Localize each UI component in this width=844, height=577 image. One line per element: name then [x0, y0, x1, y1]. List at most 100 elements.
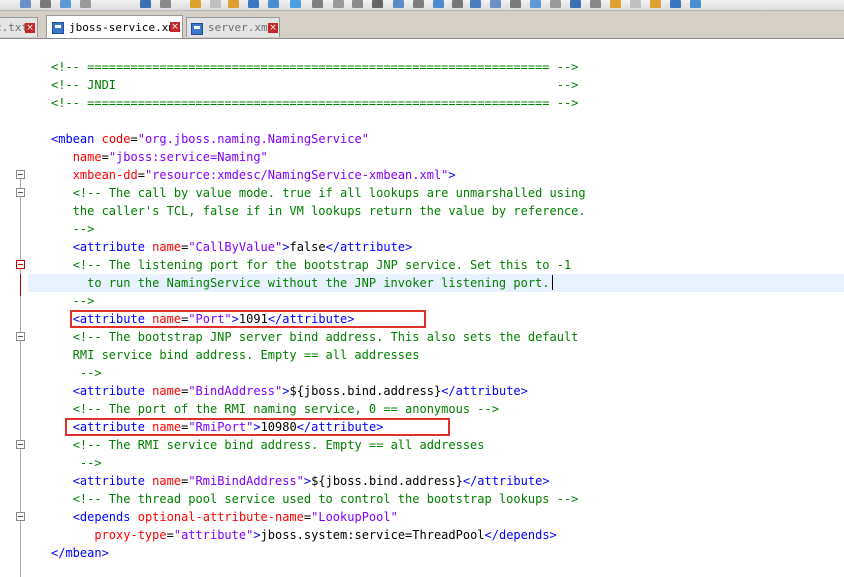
code-token: <!-- The listening port for the bootstra… — [72, 258, 572, 272]
code-token: > — [253, 528, 261, 542]
code-token: "jboss:service=Naming" — [108, 150, 268, 164]
toolbar-button-icon[interactable] — [393, 0, 404, 8]
toolbar-button-icon[interactable] — [590, 0, 601, 8]
toolbar-button-icon[interactable] — [433, 0, 444, 8]
code-line: --> — [51, 220, 95, 238]
toolbar-button-icon[interactable] — [160, 0, 171, 8]
code-token: <attribute — [72, 474, 145, 488]
toolbar-button-icon[interactable] — [610, 0, 621, 8]
toolbar-button-icon[interactable] — [570, 0, 581, 8]
code-line: <mbean code="org.jboss.naming.NamingServ… — [51, 130, 369, 148]
toolbar-button-icon[interactable] — [470, 0, 481, 8]
code-token: = — [166, 528, 174, 542]
fold-collapse-icon[interactable] — [16, 332, 25, 341]
code-line: <attribute name="RmiBindAddress">${jboss… — [51, 472, 550, 490]
code-token: name — [152, 384, 182, 398]
tab-c-txt[interactable]: c.txt × — [0, 17, 38, 37]
fold-collapse-icon[interactable] — [16, 170, 25, 179]
toolbar-button-icon[interactable] — [630, 0, 641, 8]
toolbar-button-icon[interactable] — [352, 0, 363, 8]
close-icon[interactable]: × — [170, 22, 180, 32]
code-line: <!-- ===================================… — [51, 94, 578, 112]
code-token: ${jboss.bind.address} — [311, 474, 463, 488]
code-token: <!-- ===================================… — [51, 60, 579, 74]
code-token: <mbean — [51, 132, 95, 146]
code-token: </attribute> — [441, 384, 528, 398]
code-token: = — [137, 168, 145, 182]
close-icon[interactable]: × — [25, 23, 35, 33]
code-line: to run the NamingService without the JNP… — [51, 274, 549, 292]
toolbar-button-icon[interactable] — [190, 0, 201, 8]
toolbar-button-icon[interactable] — [372, 0, 383, 8]
code-token: <!-- The thread pool service used to con… — [72, 492, 579, 506]
toolbar-button-icon[interactable] — [60, 0, 71, 8]
code-token: </attribute> — [325, 240, 413, 254]
fold-collapse-icon[interactable] — [16, 260, 25, 269]
toolbar-button-icon[interactable] — [228, 0, 239, 8]
code-line: <!-- The call by value mode. true if all… — [51, 184, 586, 202]
highlight-box-port — [70, 310, 426, 328]
code-token: </attribute> — [462, 474, 550, 488]
toolbar-button-icon[interactable] — [248, 0, 259, 8]
fold-collapse-icon[interactable] — [16, 512, 25, 521]
code-token: --> — [51, 294, 95, 308]
toolbar-button-icon[interactable] — [80, 0, 91, 8]
tab-jboss-service-xml[interactable]: jboss-service.xml × — [46, 15, 183, 38]
toolbar-button-icon[interactable] — [413, 0, 424, 8]
toolbar-button-icon[interactable] — [490, 0, 501, 8]
toolbar-button-icon[interactable] — [333, 0, 344, 8]
code-token: <!-- ===================================… — [51, 96, 579, 110]
tab-server-xml[interactable]: server.xml × — [186, 17, 280, 37]
code-token: --> — [51, 456, 102, 470]
toolbar-button-icon[interactable] — [312, 0, 323, 8]
toolbar-button-icon[interactable] — [650, 0, 661, 8]
code-line: RMI service bind address. Empty == all a… — [51, 346, 420, 364]
toolbar-button-icon[interactable] — [140, 0, 151, 8]
toolbar-button-icon[interactable] — [268, 0, 279, 8]
code-token: <!-- The bootstrap JNP server bind addre… — [72, 330, 579, 344]
code-token: "org.jboss.naming.NamingService" — [137, 132, 369, 146]
code-token: = — [130, 132, 138, 146]
toolbar-button-icon[interactable] — [40, 0, 51, 8]
code-line: <!-- JNDI --> — [51, 76, 578, 94]
toolbar-button-icon[interactable] — [670, 0, 681, 8]
code-token: the caller's TCL, false if in VM lookups… — [51, 204, 586, 218]
toolbar-button-icon[interactable] — [530, 0, 541, 8]
code-token: --> — [51, 366, 102, 380]
code-token: <!-- The RMI service bind address. Empty… — [72, 438, 485, 452]
toolbar — [0, 0, 844, 11]
code-line: the caller's TCL, false if in VM lookups… — [51, 202, 586, 220]
code-token: name — [152, 474, 182, 488]
code-token: <!-- The port of the RMI naming service,… — [72, 402, 499, 416]
fold-collapse-icon[interactable] — [16, 188, 25, 197]
toolbar-button-icon[interactable] — [550, 0, 561, 8]
code-token: > — [448, 168, 456, 182]
code-line: <!-- ===================================… — [51, 58, 578, 76]
code-editor[interactable]: <!-- ===================================… — [28, 39, 844, 577]
tab-label: c.txt — [0, 21, 29, 34]
code-token: --> — [51, 222, 95, 236]
code-token: = — [101, 150, 109, 164]
code-line: <attribute name="BindAddress">${jboss.bi… — [51, 382, 528, 400]
toolbar-button-icon[interactable] — [510, 0, 521, 8]
toolbar-button-icon[interactable] — [452, 0, 463, 8]
code-token: name — [72, 150, 102, 164]
toolbar-button-icon[interactable] — [210, 0, 221, 8]
toolbar-button-icon[interactable] — [20, 0, 31, 8]
fold-collapse-icon[interactable] — [16, 440, 25, 449]
toolbar-button-icon[interactable] — [690, 0, 701, 8]
close-icon[interactable]: × — [268, 23, 278, 33]
code-token: <!-- The call by value mode. true if all… — [72, 186, 586, 200]
toolbar-button-icon[interactable] — [290, 0, 301, 8]
